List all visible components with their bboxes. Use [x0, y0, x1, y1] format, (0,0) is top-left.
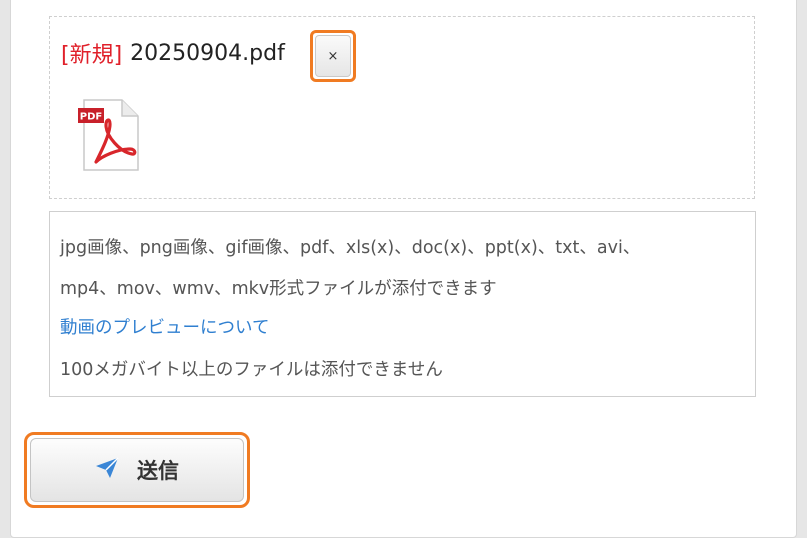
file-name: 20250904.pdf	[130, 40, 285, 66]
send-button-label: 送信	[137, 459, 179, 483]
attached-file: [新規] 20250904.pdf	[61, 36, 285, 70]
send-button-highlight: 送信	[24, 432, 250, 508]
allowed-formats-line-2: mp4、mov、wmv、mkv形式ファイルが添付できます	[60, 279, 497, 299]
file-size-limit-note: 100メガバイト以上のファイルは添付できません	[60, 360, 443, 380]
pdf-file-icon: PDF	[76, 98, 142, 172]
close-icon[interactable]: ×	[328, 49, 339, 64]
remove-file-button[interactable]: ×	[310, 30, 356, 82]
paper-plane-icon	[95, 456, 119, 484]
send-button[interactable]: 送信	[30, 438, 244, 502]
pdf-badge-label: PDF	[80, 112, 102, 123]
video-preview-link[interactable]: 動画のプレビューについて	[60, 314, 269, 339]
new-file-tag: [新規]	[61, 43, 123, 68]
allowed-formats-line-1: jpg画像、png画像、gif画像、pdf、xls(x)、doc(x)、ppt(…	[60, 238, 641, 258]
